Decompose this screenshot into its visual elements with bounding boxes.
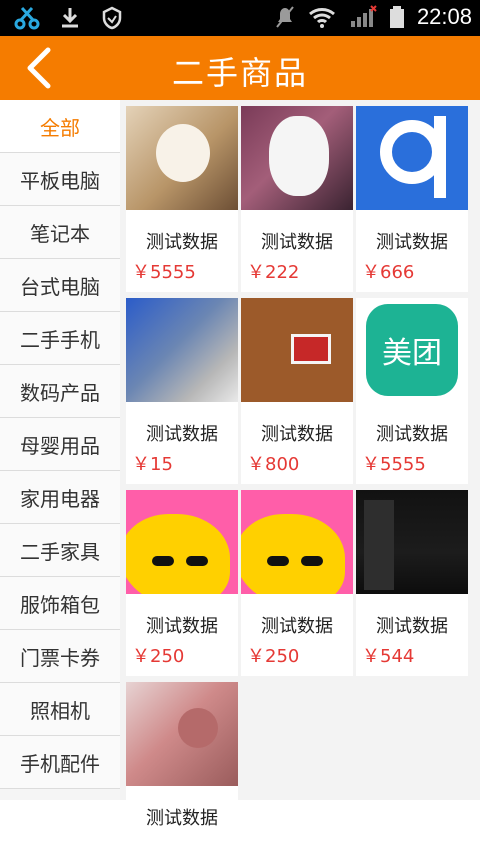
sidebar-item-baby[interactable]: 母婴用品 [0, 418, 120, 471]
sidebar-item-label: 家用电器 [20, 486, 100, 511]
sidebar-item-label: 手机配件 [20, 751, 100, 776]
product-card[interactable]: 测试数据 ￥250 [126, 490, 238, 676]
product-price: ￥222 [247, 262, 300, 283]
battery-icon [389, 5, 405, 29]
product-thumbnail [126, 106, 238, 210]
category-sidebar: 全部 平板电脑 笔记本 台式电脑 二手手机 数码产品 母婴用品 家用电器 二手家… [0, 100, 120, 800]
wifi-icon [307, 5, 337, 29]
product-thumbnail [241, 490, 353, 594]
sidebar-item-label: 二手家具 [20, 539, 100, 564]
product-card[interactable]: 测试数据 ￥250 [241, 490, 353, 676]
sidebar-item-label: 门票卡券 [20, 645, 100, 670]
sidebar-item-label: 数码产品 [20, 380, 100, 405]
status-bar: 22:08 [0, 0, 480, 36]
product-price: ￥5555 [132, 262, 196, 283]
product-name: 测试数据 [146, 232, 218, 253]
shield-icon [100, 6, 124, 30]
meituan-logo-text: 美团 [382, 336, 442, 371]
product-name: 测试数据 [376, 616, 448, 637]
product-name: 测试数据 [376, 232, 448, 253]
product-card[interactable]: 美团 测试数据 ￥5555 [356, 298, 468, 484]
sidebar-item-used-phone[interactable]: 二手手机 [0, 312, 120, 365]
status-right-icons: 22:08 [275, 4, 472, 30]
product-price: ￥544 [362, 646, 415, 667]
scissors-icon [14, 6, 40, 30]
sidebar-item-phone-accessories[interactable]: 手机配件 [0, 736, 120, 789]
product-name: 测试数据 [376, 424, 448, 445]
sidebar-item-label: 照相机 [30, 698, 90, 723]
product-card[interactable]: 测试数据 ￥15 [126, 298, 238, 484]
product-name: 测试数据 [146, 616, 218, 637]
product-thumbnail [126, 682, 238, 786]
sidebar-item-label: 服饰箱包 [20, 592, 100, 617]
product-name: 测试数据 [261, 616, 333, 637]
sidebar-item-label: 台式电脑 [20, 274, 100, 299]
page-title: 二手商品 [171, 54, 308, 92]
status-left-icons [14, 6, 124, 30]
sidebar-item-digital[interactable]: 数码产品 [0, 365, 120, 418]
product-grid: 测试数据 ￥5555 测试数据 ￥222 测试数据 ￥666 测试数据 ￥15 … [126, 106, 468, 868]
sidebar-item-label: 二手手机 [20, 327, 100, 352]
product-name: 测试数据 [146, 424, 218, 445]
sidebar-item-tickets[interactable]: 门票卡券 [0, 630, 120, 683]
sidebar-item-label: 母婴用品 [20, 433, 100, 458]
status-time: 22:08 [416, 4, 472, 29]
product-price: ￥250 [247, 646, 300, 667]
product-card[interactable]: 测试数据 [126, 682, 238, 868]
product-price: ￥666 [362, 262, 415, 283]
sidebar-item-desktop[interactable]: 台式电脑 [0, 259, 120, 312]
meituan-logo: 美团 [366, 304, 458, 396]
sidebar-item-furniture[interactable]: 二手家具 [0, 524, 120, 577]
product-thumbnail [356, 490, 468, 594]
sidebar-item-label: 平板电脑 [20, 168, 100, 193]
product-price: ￥250 [132, 646, 185, 667]
product-thumbnail [126, 298, 238, 402]
product-thumbnail: 美团 [356, 298, 468, 402]
sidebar-item-all[interactable]: 全部 [0, 100, 120, 153]
product-card[interactable]: 测试数据 ￥5555 [126, 106, 238, 292]
product-grid-area: 测试数据 ￥5555 测试数据 ￥222 测试数据 ￥666 测试数据 ￥15 … [120, 100, 480, 868]
product-thumbnail [126, 490, 238, 594]
product-card[interactable]: 测试数据 ￥544 [356, 490, 468, 676]
sidebar-item-label: 笔记本 [30, 221, 90, 246]
product-card[interactable]: 测试数据 ￥222 [241, 106, 353, 292]
product-name: 测试数据 [261, 232, 333, 253]
product-name: 测试数据 [261, 424, 333, 445]
sidebar-item-tablet[interactable]: 平板电脑 [0, 153, 120, 206]
product-card[interactable]: 测试数据 ￥800 [241, 298, 353, 484]
product-card[interactable]: 测试数据 ￥666 [356, 106, 468, 292]
sidebar-item-appliance[interactable]: 家用电器 [0, 471, 120, 524]
sidebar-item-apparel[interactable]: 服饰箱包 [0, 577, 120, 630]
product-price: ￥15 [132, 454, 173, 475]
product-price: ￥800 [247, 454, 300, 475]
product-thumbnail [356, 106, 468, 210]
sidebar-item-camera[interactable]: 照相机 [0, 683, 120, 736]
product-name: 测试数据 [146, 808, 218, 829]
product-price: ￥5555 [362, 454, 426, 475]
product-thumbnail [241, 298, 353, 402]
sidebar-item-laptop[interactable]: 笔记本 [0, 206, 120, 259]
signal-icon [349, 5, 377, 29]
product-thumbnail [241, 106, 353, 210]
download-icon [58, 6, 82, 30]
title-bar: 二手商品 [0, 36, 480, 100]
mute-icon [275, 5, 295, 29]
sidebar-item-label: 全部 [40, 115, 80, 140]
